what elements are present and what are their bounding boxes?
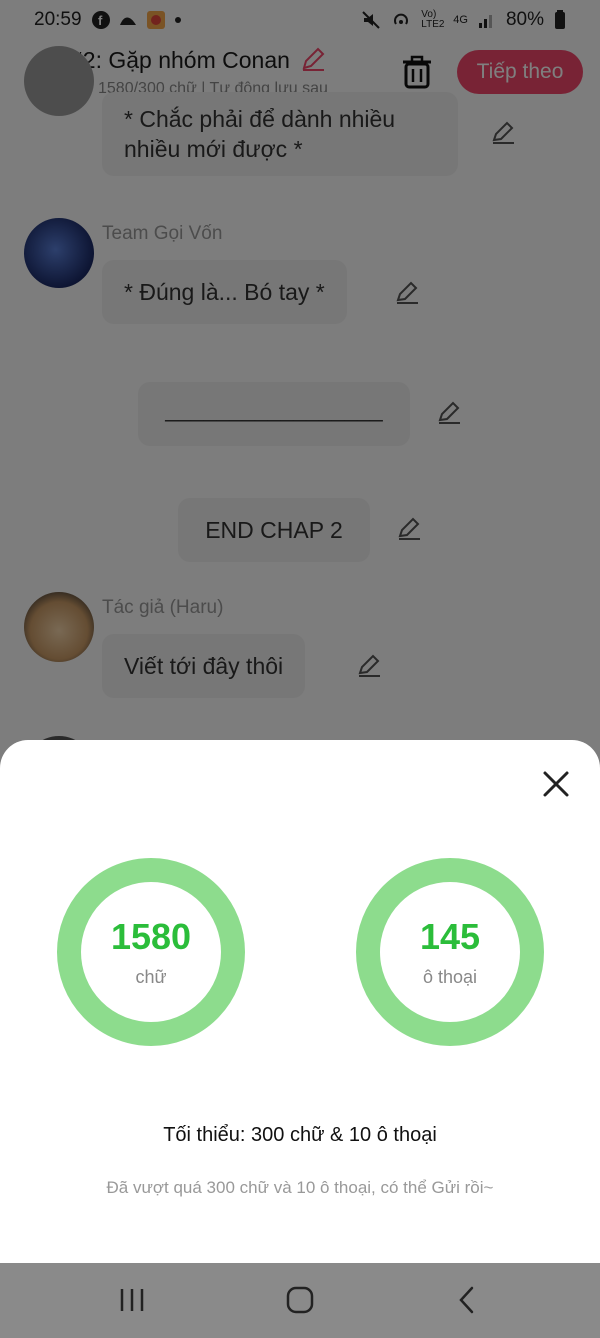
stats-bottom-sheet: 1580 chữ 145 ô thoại Tối thiểu: 300 chữ …: [0, 740, 600, 1263]
dialog-count-ring: 145 ô thoại: [356, 858, 544, 1046]
close-icon: [543, 771, 569, 797]
system-nav-bar: [0, 1263, 600, 1338]
minimum-requirement: Tối thiểu: 300 chữ & 10 ô thoại: [163, 1124, 437, 1146]
word-count-value: 1580: [110, 915, 192, 957]
home-icon: [286, 1286, 314, 1314]
home-button[interactable]: [283, 1285, 317, 1315]
requirement-hint: Đã vượt quá 300 chữ và 10 ô thoại, có th…: [106, 1178, 494, 1197]
word-count-unit: chữ: [135, 966, 167, 987]
recent-apps-icon: [120, 1289, 144, 1311]
word-count-ring: 1580 chữ: [57, 858, 245, 1046]
recent-apps-button[interactable]: [116, 1285, 150, 1315]
dialog-count-value: 145: [419, 915, 481, 957]
dialog-count-unit: ô thoại: [422, 966, 478, 987]
close-button[interactable]: [542, 770, 570, 798]
back-icon: [459, 1286, 474, 1314]
system-back-button[interactable]: [452, 1285, 486, 1315]
